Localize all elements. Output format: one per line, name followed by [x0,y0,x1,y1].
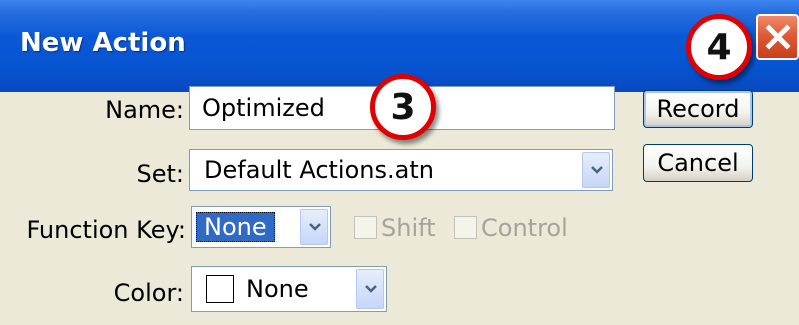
set-label: Set: [136,160,185,188]
function-key-value: None [196,212,275,242]
window-title: New Action [20,28,186,58]
close-button[interactable] [756,14,799,60]
control-checkbox-label: Control [481,214,568,242]
control-checkbox[interactable] [454,216,477,239]
chevron-down-icon [309,223,321,231]
chevron-down-icon [365,285,377,293]
color-label: Color: [113,279,184,307]
record-button[interactable]: Record [643,90,753,128]
cancel-button[interactable]: Cancel [643,144,753,182]
color-dropdown[interactable]: None [191,266,387,312]
name-label: Name: [105,96,184,124]
cancel-button-label: Cancel [657,149,739,177]
chevron-down-icon [591,166,603,174]
shift-checkbox[interactable] [354,216,377,239]
shift-checkbox-label: Shift [381,214,436,242]
color-dropdown-arrow[interactable] [356,269,384,309]
record-button-label: Record [656,95,740,123]
name-input-value: Optimized [202,94,325,122]
set-dropdown-value: Default Actions.atn [204,156,434,184]
function-key-dropdown-arrow[interactable] [300,209,328,245]
set-dropdown[interactable]: Default Actions.atn [189,149,613,191]
step-3-callout: 3 [370,74,436,140]
color-dropdown-value: None [246,275,309,303]
function-key-label: Function Key: [26,216,186,244]
set-dropdown-arrow[interactable] [582,152,610,188]
function-key-dropdown[interactable]: None [191,206,331,248]
step-4-callout: 4 [686,14,752,80]
close-icon [765,24,791,50]
color-swatch [206,275,234,303]
